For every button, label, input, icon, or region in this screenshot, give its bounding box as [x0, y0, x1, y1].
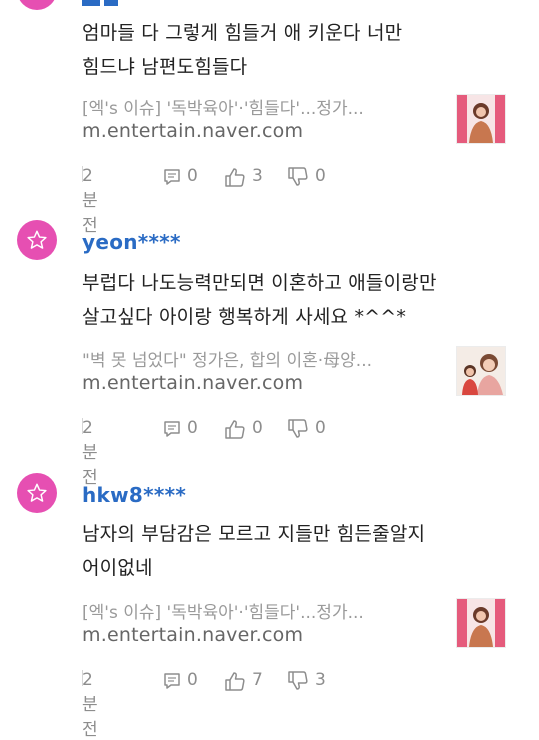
thumbs-up-icon[interactable] — [224, 167, 246, 187]
user-avatar[interactable] — [17, 220, 57, 260]
comment-text: 엄마들 다 그렇게 힘들거 애 키운다 너만 힘드냐 남편도힘들다 — [82, 22, 403, 78]
comment-text: 남자의 부담감은 모르고 지들만 힘든줄알지 어이없네 — [82, 523, 426, 579]
reply-count: 0 — [187, 166, 198, 186]
like-count: 7 — [252, 670, 263, 690]
link-url: m.entertain.naver.com — [82, 120, 304, 142]
comment-time: 2분 전 — [82, 670, 98, 740]
like-count: 3 — [252, 166, 263, 186]
link-url: m.entertain.naver.com — [82, 372, 304, 394]
reply-count: 0 — [187, 418, 198, 438]
link-title: [엑's 이슈] '독박육아'·'힘들다'...정가... — [82, 603, 364, 623]
article-thumbnail — [456, 346, 506, 396]
comment-meta: 2분 전 0 7 3 — [82, 670, 326, 740]
reply-icon[interactable] — [162, 419, 182, 439]
dislike-count: 3 — [315, 670, 326, 690]
like-count: 0 — [252, 418, 263, 438]
link-url: m.entertain.naver.com — [82, 624, 304, 646]
user-avatar[interactable] — [17, 473, 57, 513]
dislike-count: 0 — [315, 418, 326, 438]
thumbs-up-icon[interactable] — [224, 671, 246, 691]
reply-count: 0 — [187, 670, 198, 690]
comment-meta: 2분 전 0 3 0 — [82, 166, 326, 236]
username[interactable]: hkw8**** — [82, 483, 186, 507]
link-preview[interactable]: "벽 못 넘었다" 정가은, 합의 이혼·母양... m.entertain.n… — [82, 346, 512, 404]
comment-meta: 2분 전 0 0 0 — [82, 418, 326, 488]
thumbs-up-icon[interactable] — [224, 419, 246, 439]
thumbs-down-icon[interactable] — [287, 167, 309, 187]
reply-icon[interactable] — [162, 167, 182, 187]
star-icon — [27, 483, 47, 502]
comment-text: 부럽다 나도능력만되면 이혼하고 애들이랑만 살고싶다 아이랑 행복하게 사세요… — [82, 272, 437, 328]
reply-icon[interactable] — [162, 671, 182, 691]
comment-time: 2분 전 — [82, 166, 98, 236]
link-preview[interactable]: [엑's 이슈] '독박육아'·'힘들다'...정가... m.entertai… — [82, 94, 512, 152]
link-title: [엑's 이슈] '독박육아'·'힘들다'...정가... — [82, 99, 364, 119]
dislike-count: 0 — [315, 166, 326, 186]
link-preview[interactable]: [엑's 이슈] '독박육아'·'힘들다'...정가... m.entertai… — [82, 598, 512, 656]
star-icon — [27, 230, 47, 249]
article-thumbnail — [456, 598, 506, 648]
link-title: "벽 못 넘었다" 정가은, 합의 이혼·母양... — [82, 351, 372, 371]
username-stub — [0, 0, 539, 12]
article-thumbnail — [456, 94, 506, 144]
comment-time: 2분 전 — [82, 418, 98, 488]
thumbs-down-icon[interactable] — [287, 419, 309, 439]
thumbs-down-icon[interactable] — [287, 671, 309, 691]
username[interactable]: yeon**** — [82, 230, 181, 254]
